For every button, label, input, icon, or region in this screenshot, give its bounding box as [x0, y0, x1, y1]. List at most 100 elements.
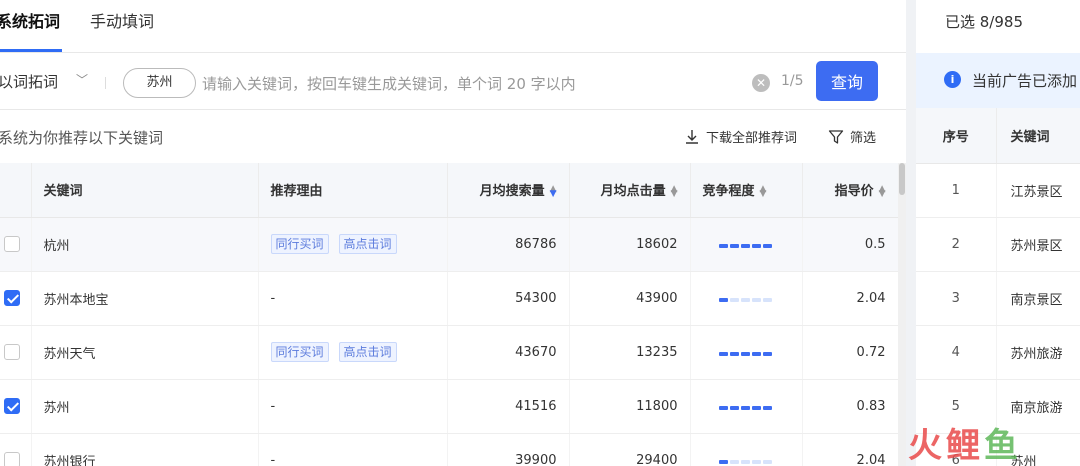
competition-segment	[718, 297, 728, 302]
row-select-cell	[0, 217, 32, 272]
download-all-button[interactable]: 下载全部推荐词	[684, 127, 797, 146]
header-click-volume[interactable]: 月均点击量 ▲ ▼	[569, 163, 691, 218]
reason-text: -	[270, 452, 276, 466]
table-row[interactable]: 苏州本地宝 - 54300 43900 2.04	[0, 271, 899, 326]
click-volume-cell: 18602	[569, 217, 691, 272]
competition-segment	[751, 297, 761, 302]
table-row[interactable]: 苏州天气 同行买词 高点击词 43670 13235 0.72	[0, 325, 899, 380]
competition-segment	[718, 243, 728, 248]
selected-keyword-cell: 苏州景区	[996, 217, 1080, 272]
competition-cell	[690, 379, 803, 434]
header-search-volume[interactable]: 月均搜索量 ▲ ▼	[447, 163, 570, 218]
logo-char: 火	[908, 426, 946, 466]
recommend-title: 系统为你推荐以下关键词	[0, 129, 164, 147]
selected-header-row: 序号 关键词	[916, 108, 1080, 164]
selected-row[interactable]: 1 江苏景区	[916, 163, 1080, 218]
sort-icon[interactable]: ▲ ▼	[760, 184, 767, 198]
competition-meter	[718, 351, 772, 356]
index-cell: 2	[916, 217, 997, 272]
clear-icon[interactable]: ✕	[752, 74, 770, 92]
reason-cell: -	[258, 271, 448, 326]
selected-row[interactable]: 4 苏州旅游	[916, 325, 1080, 380]
table-row[interactable]: 苏州银行 - 39900 29400 2.04	[0, 433, 899, 466]
competition-segment	[762, 459, 772, 464]
price-cell: 0.5	[802, 217, 899, 272]
index-cell: 3	[916, 271, 997, 326]
index-cell: 4	[916, 325, 997, 380]
index-cell: 1	[916, 163, 997, 218]
reason-cell: -	[258, 379, 448, 434]
selected-row[interactable]: 2 苏州景区	[916, 217, 1080, 272]
header-search-label: 月均搜索量	[479, 184, 545, 200]
notice-text: 当前广告已添加	[972, 72, 1078, 90]
table-header-row: 关键词 推荐理由 月均搜索量 ▲ ▼ 月均点击量 ▲ ▼ 竞争程度 ▲ ▼ 指导价 ▲ ▼	[0, 163, 899, 218]
reason-text: -	[270, 398, 276, 414]
search-volume-cell: 86786	[447, 217, 570, 272]
sort-icon[interactable]: ▲ ▼	[879, 184, 886, 198]
click-volume-cell: 13235	[569, 325, 691, 380]
price-cell: 0.83	[802, 379, 899, 434]
competition-segment	[740, 459, 750, 464]
competition-segment	[740, 405, 750, 410]
header-clicks-label: 月均点击量	[600, 184, 666, 200]
table-row[interactable]: 杭州 同行买词 高点击词 86786 18602 0.5	[0, 217, 899, 272]
header-reason: 推荐理由	[258, 163, 448, 218]
competition-segment	[740, 351, 750, 356]
divider	[105, 77, 106, 89]
panel-divider	[906, 0, 916, 466]
competition-cell	[690, 271, 803, 326]
competition-segment	[729, 297, 739, 302]
query-button[interactable]: 查询	[816, 61, 878, 101]
competition-cell	[690, 433, 803, 466]
competition-segment	[751, 351, 761, 356]
keyword-cell: 苏州本地宝	[31, 271, 259, 326]
search-volume-cell: 43670	[447, 325, 570, 380]
competition-segment	[762, 351, 772, 356]
search-input[interactable]	[202, 71, 742, 97]
reason-cell: 同行买词 高点击词	[258, 325, 448, 380]
competition-meter	[718, 405, 772, 410]
header-keyword: 关键词	[31, 163, 259, 218]
competition-segment	[751, 459, 761, 464]
download-icon	[686, 129, 698, 144]
table-row[interactable]: 苏州 - 41516 11800 0.83	[0, 379, 899, 434]
mode-select[interactable]: 以词拓词	[0, 71, 58, 92]
info-icon: i	[944, 71, 961, 88]
price-cell: 2.04	[802, 433, 899, 466]
competition-segment	[718, 405, 728, 410]
row-checkbox[interactable]	[4, 236, 20, 252]
header-competition[interactable]: 竞争程度 ▲ ▼	[690, 163, 803, 218]
keyword-chip[interactable]: 苏州	[123, 68, 196, 98]
sort-icon[interactable]: ▲ ▼	[550, 184, 557, 198]
tab-manual-fill[interactable]: 手动填词	[90, 10, 154, 34]
row-checkbox[interactable]	[4, 452, 20, 466]
watermark-logo: 火鲤鱼	[908, 418, 1022, 466]
header-price[interactable]: 指导价 ▲ ▼	[802, 163, 899, 218]
header-price-label: 指导价	[834, 184, 874, 200]
selected-keyword-cell: 南京景区	[996, 271, 1080, 326]
selected-keyword-cell: 江苏景区	[996, 163, 1080, 218]
download-label: 下载全部推荐词	[706, 131, 798, 146]
click-volume-cell: 43900	[569, 271, 691, 326]
filter-button[interactable]: 筛选	[828, 127, 876, 146]
tab-system-expand[interactable]: 系统拓词	[0, 10, 63, 52]
header-selected-keyword: 关键词	[996, 108, 1080, 164]
chevron-down-icon[interactable]: ﹀	[76, 71, 88, 88]
keyword-table: 关键词 推荐理由 月均搜索量 ▲ ▼ 月均点击量 ▲ ▼ 竞争程度 ▲ ▼ 指导价 ▲ ▼ 杭州…	[0, 163, 899, 466]
price-cell: 0.72	[802, 325, 899, 380]
filter-icon	[828, 129, 844, 144]
row-checkbox[interactable]	[4, 344, 20, 360]
sort-icon[interactable]: ▲ ▼	[671, 184, 678, 198]
reason-cell: 同行买词 高点击词	[258, 217, 448, 272]
select-header	[0, 163, 32, 218]
reason-tag: 高点击词	[338, 234, 397, 254]
reason-text: -	[270, 290, 276, 306]
row-checkbox[interactable]	[4, 290, 20, 306]
keyword-counter: 1/5	[781, 73, 804, 89]
row-checkbox[interactable]	[4, 398, 20, 414]
competition-segment	[740, 243, 750, 248]
table-scrollbar[interactable]	[898, 163, 906, 466]
selected-table: 序号 关键词 1 江苏景区 2 苏州景区 3 南京景区 4 苏州旅游 5 南京旅游 6 苏州	[916, 108, 1080, 466]
scrollbar-thumb[interactable]	[899, 163, 905, 195]
selected-row[interactable]: 3 南京景区	[916, 271, 1080, 326]
